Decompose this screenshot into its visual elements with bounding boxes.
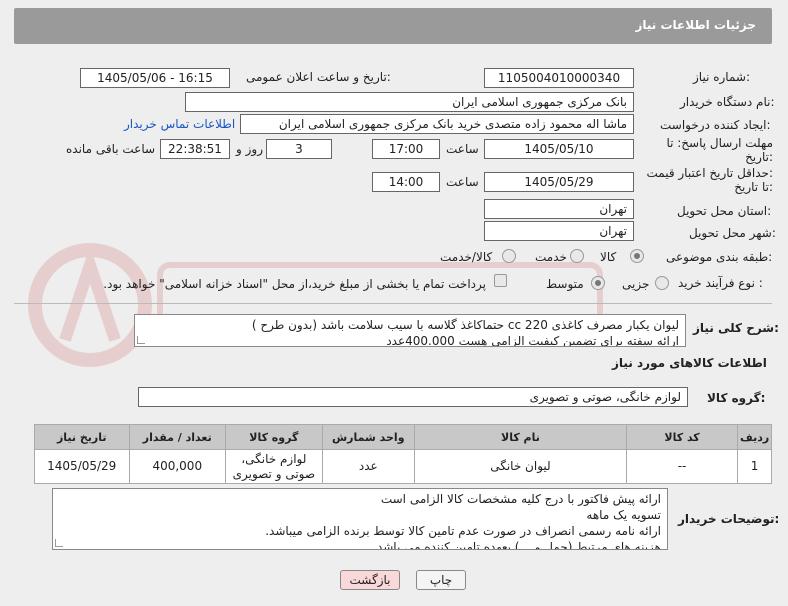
cell-qty: 400,000 bbox=[128, 449, 227, 484]
cell-group-line2: صوتی و تصویری bbox=[232, 466, 316, 481]
buyer-note-line-4: هزینه های مرتبط (حمل و ...) بعهده تامین … bbox=[376, 540, 661, 550]
page-frame: جزئیات اطلاعات نیاز شماره نیاز: 11050040… bbox=[0, 0, 788, 606]
city-label: شهر محل تحویل: bbox=[689, 226, 776, 240]
watermark-logo bbox=[28, 243, 603, 367]
category-label: طبقه بندی موضوعی: bbox=[666, 250, 773, 264]
col-qty: تعداد / مقدار bbox=[128, 424, 227, 450]
buyer-note-line-2: تسویه یک ماهه bbox=[586, 508, 661, 522]
province-label: استان محل تحویل: bbox=[677, 204, 772, 218]
resize-handle[interactable] bbox=[137, 336, 145, 344]
cell-code: -- bbox=[625, 449, 739, 484]
announce-field: 1405/05/06 - 16:15 bbox=[80, 68, 230, 88]
payment-checkbox[interactable] bbox=[494, 274, 507, 287]
buyer-notes-label: توضیحات خریدار: bbox=[678, 512, 780, 526]
col-unit: واحد شمارش bbox=[321, 424, 415, 450]
cell-unit: عدد bbox=[321, 449, 415, 484]
goods-table-header: ردیف کد کالا نام کالا واحد شمارش گروه کا… bbox=[34, 424, 772, 450]
city-field: تهران bbox=[484, 221, 634, 241]
goods-group-label: گروه کالا: bbox=[707, 391, 766, 405]
goods-section-title: اطلاعات کالاهای مورد نیاز bbox=[612, 356, 767, 370]
validity-label-line2: تا تاریخ: bbox=[734, 180, 773, 194]
window-titlebar: جزئیات اطلاعات نیاز bbox=[14, 8, 772, 44]
category-option-goods-service: کالا/خدمت bbox=[440, 250, 493, 264]
contact-info-link[interactable]: اطلاعات تماس خریدار bbox=[124, 117, 235, 131]
buyer-notes-textarea[interactable]: ارائه پیش فاکتور با درج کلیه مشخصات کالا… bbox=[52, 488, 668, 550]
cell-group-line1: لوازم خانگی، bbox=[241, 451, 307, 466]
resize-handle[interactable] bbox=[55, 539, 63, 547]
days-label: روز و bbox=[236, 142, 263, 156]
province-field: تهران bbox=[484, 199, 634, 219]
deadline-label-line1: مهلت ارسال پاسخ: تا bbox=[666, 136, 773, 150]
col-name: نام کالا bbox=[413, 424, 627, 450]
description-line-2: ارائه سفته برای تضمین کیفیت الزامی هست 4… bbox=[386, 334, 679, 347]
divider bbox=[14, 303, 772, 304]
back-button[interactable]: بازگشت bbox=[340, 570, 400, 590]
need-number-field: 1105004010000340 bbox=[484, 68, 634, 88]
table-row[interactable]: 1 -- لیوان خانگی عدد لوازم خانگی، صوتی و… bbox=[34, 449, 772, 484]
deadline-label-line2: تاریخ: bbox=[745, 150, 773, 164]
validity-time-label: ساعت bbox=[446, 175, 479, 189]
window-title: جزئیات اطلاعات نیاز bbox=[635, 18, 756, 32]
buyer-org-field: بانک مرکزی جمهوری اسلامی ایران bbox=[185, 92, 634, 112]
category-option-service: خدمت bbox=[535, 250, 567, 264]
validity-label-line1: حداقل تاریخ اعتبار قیمت: bbox=[646, 166, 773, 180]
category-radio-goods-service[interactable] bbox=[502, 249, 516, 263]
deadline-label: مهلت ارسال پاسخ: تا تاریخ: bbox=[663, 136, 773, 164]
cell-row: 1 bbox=[737, 449, 772, 484]
process-option-minor: جزیی bbox=[622, 277, 650, 291]
validity-date-field: 1405/05/29 bbox=[484, 172, 634, 192]
announce-label: تاریخ و ساعت اعلان عمومی: bbox=[246, 70, 391, 84]
goods-table: ردیف کد کالا نام کالا واحد شمارش گروه کا… bbox=[34, 424, 772, 484]
category-radio-goods[interactable] bbox=[630, 249, 644, 263]
days-field: 3 bbox=[266, 139, 332, 159]
col-group: گروه کالا bbox=[225, 424, 323, 450]
goods-group-field: لوازم خانگی، صوتی و تصویری bbox=[138, 387, 688, 407]
deadline-time-field: 17:00 bbox=[372, 139, 440, 159]
buyer-note-line-3: ارائه نامه رسمی انصراف در صورت عدم تامین… bbox=[265, 524, 661, 538]
payment-note: پرداخت تمام یا بخشی از مبلغ خرید،از محل … bbox=[103, 277, 486, 291]
description-textarea[interactable]: لیوان یکبار مصرف کاغذی cc 220 حتماکاغذ گ… bbox=[134, 314, 686, 347]
process-label: نوع فرآیند خرید : bbox=[678, 276, 763, 290]
cell-group: لوازم خانگی، صوتی و تصویری bbox=[225, 449, 323, 484]
category-radio-service[interactable] bbox=[570, 249, 584, 263]
remaining-time-field: 22:38:51 bbox=[160, 139, 230, 159]
cell-name: لیوان خانگی bbox=[413, 449, 627, 484]
remaining-label: ساعت باقی مانده bbox=[66, 142, 156, 156]
description-label: شرح کلی نیاز: bbox=[693, 321, 779, 335]
col-date: تاریخ نیاز bbox=[34, 424, 130, 450]
validity-time-field: 14:00 bbox=[372, 172, 440, 192]
print-button[interactable]: چاپ bbox=[416, 570, 466, 590]
description-line-1: لیوان یکبار مصرف کاغذی cc 220 حتماکاغذ گ… bbox=[251, 318, 679, 332]
process-radio-minor[interactable] bbox=[655, 276, 669, 290]
deadline-time-label: ساعت bbox=[446, 142, 479, 156]
col-row: ردیف bbox=[737, 424, 772, 450]
category-option-goods: کالا bbox=[600, 250, 617, 264]
need-number-label: شماره نیاز: bbox=[693, 70, 751, 84]
buyer-note-line-1: ارائه پیش فاکتور با درج کلیه مشخصات کالا… bbox=[380, 492, 661, 506]
buyer-org-label: نام دستگاه خریدار: bbox=[680, 95, 775, 109]
col-code: کد کالا bbox=[625, 424, 739, 450]
creator-field: ماشا اله محمود زاده متصدی خرید بانک مرکز… bbox=[240, 114, 634, 134]
creator-label: ایجاد کننده درخواست: bbox=[660, 118, 771, 132]
deadline-date-field: 1405/05/10 bbox=[484, 139, 634, 159]
process-radio-medium[interactable] bbox=[591, 276, 605, 290]
validity-label: حداقل تاریخ اعتبار قیمت: تا تاریخ: bbox=[643, 166, 773, 194]
cell-date: 1405/05/29 bbox=[34, 449, 130, 484]
process-option-medium: متوسط bbox=[546, 277, 584, 291]
